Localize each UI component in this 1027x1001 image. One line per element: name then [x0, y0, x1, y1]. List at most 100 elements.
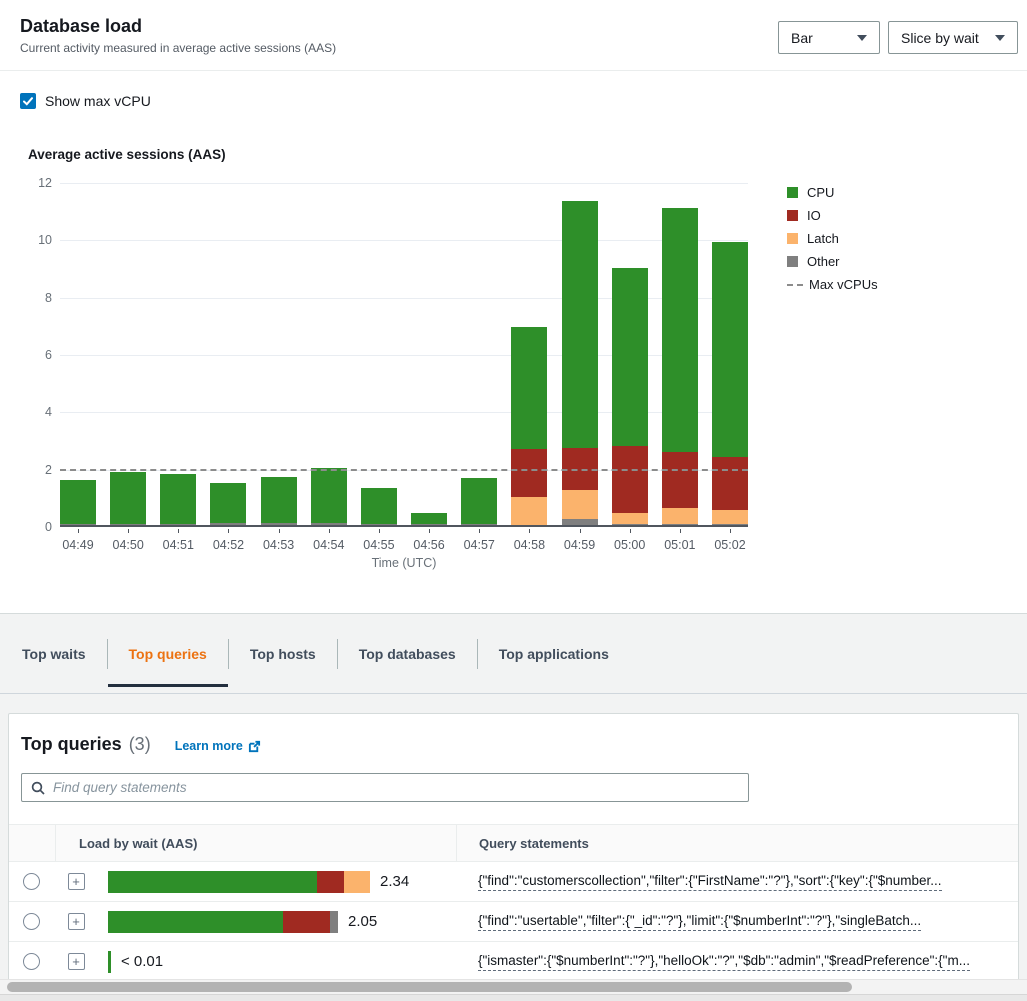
bar-segment-cpu — [311, 468, 347, 523]
row-radio-button[interactable] — [23, 913, 40, 930]
chart-bar-04:49[interactable] — [60, 480, 96, 525]
slice-by-dropdown[interactable]: Slice by wait — [888, 21, 1018, 54]
legend-swatch-icon — [787, 187, 798, 198]
chart-type-dropdown-value: Bar — [791, 30, 813, 46]
query-statement-link[interactable]: {"ismaster":{"$numberInt":"?"},"helloOk"… — [478, 953, 970, 971]
x-tick — [580, 529, 581, 533]
bar-segment-other — [712, 524, 748, 525]
query-statement-link[interactable]: {"find":"customerscollection","filter":{… — [478, 873, 942, 891]
x-tick-label: 04:49 — [56, 538, 100, 552]
x-tick — [279, 529, 280, 533]
learn-more-label: Learn more — [175, 739, 243, 753]
chart-bar-04:54[interactable] — [311, 468, 347, 525]
panel-count: (3) — [129, 734, 151, 755]
chart-bar-05:00[interactable] — [612, 268, 648, 525]
chart-title: Average active sessions (AAS) — [28, 147, 226, 162]
load-segment-cpu — [108, 911, 283, 933]
search-icon — [31, 781, 45, 795]
window-bottom-edge — [0, 994, 1027, 1001]
chart-bar-04:50[interactable] — [110, 472, 146, 525]
row-radio-button[interactable] — [23, 953, 40, 970]
load-segment-cpu — [108, 951, 111, 973]
chart-bar-05:01[interactable] — [662, 208, 698, 525]
max-vcpus-line — [60, 469, 748, 471]
page-subtitle: Current activity measured in average act… — [20, 41, 336, 55]
bar-segment-latch — [712, 510, 748, 524]
chart-bar-04:59[interactable] — [562, 201, 598, 525]
x-tick — [178, 529, 179, 533]
horizontal-scrollbar[interactable] — [0, 979, 1027, 994]
legend-label: CPU — [807, 185, 834, 200]
load-by-wait-bar — [108, 911, 338, 933]
show-max-vcpu-label: Show max vCPU — [45, 93, 151, 109]
expand-row-button[interactable]: + — [68, 873, 85, 890]
legend-swatch-icon — [787, 256, 798, 267]
load-segment-io — [317, 871, 344, 893]
chart-bar-05:02[interactable] — [712, 242, 748, 525]
expand-row-button[interactable]: + — [68, 953, 85, 970]
query-search-box — [21, 773, 749, 802]
checkbox-checked-icon — [20, 93, 36, 109]
tab-top-hosts[interactable]: Top hosts — [229, 614, 337, 693]
load-segment-latch — [344, 871, 370, 893]
legend-item-max-vcpus: Max vCPUs — [787, 278, 878, 291]
x-tick-label: 04:50 — [106, 538, 150, 552]
row-radio-button[interactable] — [23, 873, 40, 890]
learn-more-link[interactable]: Learn more — [175, 739, 261, 753]
chart-bar-04:52[interactable] — [210, 483, 246, 525]
chart-plot — [60, 183, 748, 527]
tab-top-waits[interactable]: Top waits — [22, 614, 107, 693]
bar-segment-cpu — [361, 488, 397, 524]
x-tick-label: 04:55 — [357, 538, 401, 552]
chart-bar-04:56[interactable] — [411, 513, 447, 525]
x-tick — [529, 529, 530, 533]
chart-bar-04:53[interactable] — [261, 477, 297, 525]
bar-segment-other — [160, 524, 196, 525]
y-tick-label: 6 — [18, 348, 52, 362]
chart-type-dropdown[interactable]: Bar — [778, 21, 880, 54]
x-tick-label: 05:02 — [708, 538, 752, 552]
bar-segment-cpu — [511, 327, 547, 449]
bar-segment-other — [662, 524, 698, 525]
tab-top-applications[interactable]: Top applications — [478, 614, 630, 693]
show-max-vcpu-checkbox[interactable]: Show max vCPU — [20, 93, 151, 109]
y-tick-label: 10 — [18, 233, 52, 247]
y-tick-label: 8 — [18, 291, 52, 305]
tab-bar: Top waitsTop queriesTop hostsTop databas… — [0, 614, 1027, 694]
query-statement-link[interactable]: {"find":"usertable","filter":{"_id":"?"}… — [478, 913, 921, 931]
load-value: 2.34 — [380, 873, 409, 890]
x-tick — [680, 529, 681, 533]
x-tick-label: 04:58 — [507, 538, 551, 552]
performance-insights-page: Database load Current activity measured … — [0, 0, 1027, 1001]
bar-segment-other — [261, 523, 297, 525]
x-tick-label: 05:01 — [658, 538, 702, 552]
dashed-line-icon — [787, 284, 803, 286]
chart-bar-04:51[interactable] — [160, 474, 196, 525]
chart-bar-04:55[interactable] — [361, 488, 397, 525]
bar-segment-latch — [662, 508, 698, 524]
x-tick — [379, 529, 380, 533]
tab-top-databases[interactable]: Top databases — [338, 614, 477, 693]
bar-segment-cpu — [612, 268, 648, 446]
top-queries-panel: Top queries (3) Learn more Load by wait … — [8, 713, 1019, 1001]
query-row-2: +2.05{"find":"usertable","filter":{"_id"… — [9, 902, 1018, 942]
chart-bar-04:57[interactable] — [461, 478, 497, 525]
chart-bar-04:58[interactable] — [511, 327, 547, 525]
bar-segment-cpu — [261, 477, 297, 523]
x-tick — [630, 529, 631, 533]
bar-segment-cpu — [210, 483, 246, 523]
query-column-header: Query statements — [456, 825, 1018, 861]
load-column-header: Load by wait (AAS) — [55, 825, 456, 861]
query-search-input[interactable] — [53, 780, 739, 795]
legend-swatch-icon — [787, 233, 798, 244]
tab-top-queries[interactable]: Top queries — [108, 614, 228, 693]
bar-segment-other — [60, 524, 96, 525]
x-tick — [78, 529, 79, 533]
scrollbar-thumb[interactable] — [7, 982, 852, 992]
y-tick-label: 12 — [18, 176, 52, 190]
gridline — [60, 183, 748, 184]
x-tick-label: 04:53 — [257, 538, 301, 552]
bar-segment-io — [612, 446, 648, 513]
expand-row-button[interactable]: + — [68, 913, 85, 930]
chart-xaxis-title: Time (UTC) — [272, 556, 536, 570]
